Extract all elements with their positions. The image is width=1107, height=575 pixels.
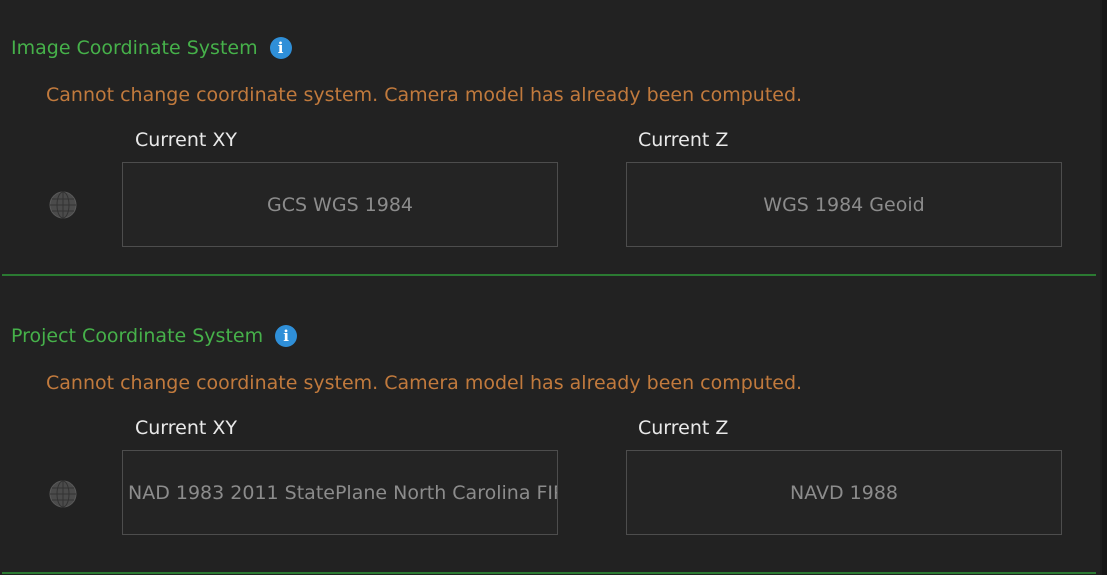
image-xy-value-box[interactable]: GCS WGS 1984 bbox=[122, 162, 558, 247]
image-z-value: WGS 1984 Geoid bbox=[763, 193, 925, 216]
image-warning-text: Cannot change coordinate system. Camera … bbox=[46, 84, 803, 106]
project-z-value-box[interactable]: NAVD 1988 bbox=[626, 450, 1062, 535]
info-icon[interactable]: i bbox=[269, 37, 292, 59]
project-xy-value: NAD 1983 2011 StatePlane North Carolina … bbox=[128, 481, 557, 504]
section-divider bbox=[2, 274, 1096, 276]
project-xy-value-box[interactable]: NAD 1983 2011 StatePlane North Carolina … bbox=[122, 450, 558, 535]
project-current-xy-label: Current XY bbox=[135, 417, 238, 439]
image-current-z-label: Current Z bbox=[638, 129, 729, 151]
image-section-title-text: Image Coordinate System bbox=[11, 37, 258, 59]
coordinate-system-panel: Image Coordinate System i Cannot change … bbox=[0, 0, 1107, 575]
scrollbar-thumb[interactable] bbox=[1102, 0, 1107, 575]
info-icon[interactable]: i bbox=[275, 325, 298, 347]
project-coordinate-system-title: Project Coordinate System i bbox=[11, 325, 298, 347]
globe-icon[interactable] bbox=[48, 190, 78, 220]
project-z-value: NAVD 1988 bbox=[789, 481, 899, 504]
image-z-value-box[interactable]: WGS 1984 Geoid bbox=[626, 162, 1062, 247]
project-section-title-text: Project Coordinate System bbox=[11, 325, 264, 347]
project-current-z-label: Current Z bbox=[638, 417, 729, 439]
project-warning-text: Cannot change coordinate system. Camera … bbox=[46, 372, 803, 394]
image-current-xy-label: Current XY bbox=[135, 129, 238, 151]
scrollbar[interactable] bbox=[1100, 0, 1107, 575]
image-coordinate-system-title: Image Coordinate System i bbox=[11, 37, 292, 59]
section-divider bbox=[2, 572, 1096, 574]
image-xy-value: GCS WGS 1984 bbox=[266, 193, 414, 216]
globe-icon[interactable] bbox=[48, 479, 78, 509]
